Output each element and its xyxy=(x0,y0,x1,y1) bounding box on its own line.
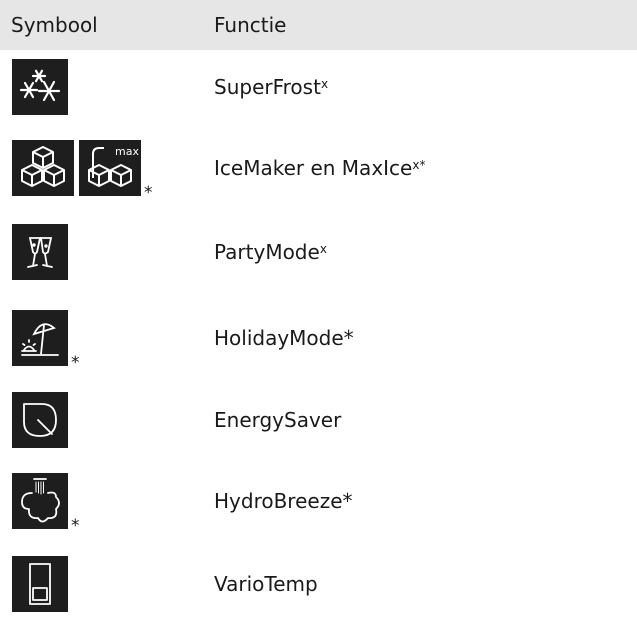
variotemp-icon xyxy=(12,556,68,612)
footnote-mark: x xyxy=(320,77,329,91)
table-row-energysaver: EnergySaver xyxy=(0,392,637,448)
holidaymode-icon xyxy=(12,310,68,366)
max-label: max xyxy=(115,145,139,158)
function-label: EnergySaver xyxy=(214,408,342,432)
table-row-hydrobreeze: * HydroBreeze* xyxy=(0,473,637,535)
table-row-holidaymode: * HolidayMode* xyxy=(0,310,637,372)
footnote-mark: x* xyxy=(412,158,426,172)
table-row-partymode: PartyMode x xyxy=(0,224,637,280)
table-row-superfrost: SuperFrost x xyxy=(0,59,637,115)
header-function: Functie xyxy=(214,13,287,37)
superfrost-icon xyxy=(12,59,68,115)
footnote-star: * xyxy=(144,183,153,203)
function-label: SuperFrost xyxy=(214,75,321,99)
footnote-mark: x xyxy=(319,242,327,256)
function-label: IceMaker en MaxIce xyxy=(214,156,413,180)
partymode-icon xyxy=(12,224,68,280)
table-row-icemaker: max * IceMaker en MaxIce x* xyxy=(0,140,637,202)
function-label: HolidayMode* xyxy=(214,326,354,350)
function-label: HydroBreeze* xyxy=(214,489,353,513)
footnote-star: * xyxy=(71,516,80,536)
function-label: VarioTemp xyxy=(214,572,318,596)
header-symbol: Symbool xyxy=(11,13,98,37)
maxice-icon: max xyxy=(79,140,141,196)
table-row-variotemp: VarioTemp xyxy=(0,556,637,612)
symbol-function-table: Symbool Functie SuperFrost x max * IceMa… xyxy=(0,0,637,612)
table-header: Symbool Functie xyxy=(0,0,637,50)
hydrobreeze-icon xyxy=(12,473,68,529)
icemaker-icon xyxy=(12,140,74,196)
function-label: PartyMode xyxy=(214,240,320,264)
footnote-star: * xyxy=(71,353,80,373)
energysaver-icon xyxy=(12,392,68,448)
